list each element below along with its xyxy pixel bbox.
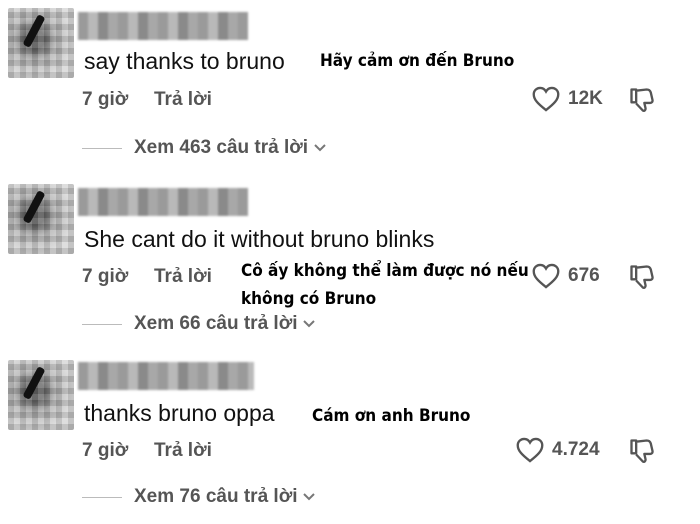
comment-time: 7 giờ [82,440,129,461]
like-count: 12K [568,88,603,109]
view-replies-button[interactable]: Xem 66 câu trả lời [82,313,317,335]
comment-translation-line-2: không có Bruno [241,289,377,309]
chevron-down-icon [303,320,316,328]
divider-line [82,147,122,149]
like-button[interactable]: 676 [532,263,600,289]
like-count: 676 [568,265,600,286]
avatar[interactable] [8,184,74,254]
view-replies-label: Xem 76 câu trả lời [134,486,298,507]
comment-text: thanks bruno oppa [84,400,275,426]
divider-line [82,323,122,325]
reply-button[interactable]: Trả lời [154,440,212,462]
comment-translation-line-1: Cô ấy không thể làm được nó nếu [241,261,529,281]
comment-text: She cant do it without bruno blinks [84,226,435,252]
view-replies-button[interactable]: Xem 76 câu trả lời [82,486,317,508]
dislike-button[interactable] [628,263,656,296]
heart-outline-icon [532,263,560,289]
chevron-down-icon [314,144,326,152]
thumbs-down-icon [630,439,654,463]
reply-button[interactable]: Trả lời [154,266,212,288]
thumbs-down-icon [630,265,654,289]
username-blurred[interactable] [78,12,248,40]
heart-outline-icon [516,437,544,463]
like-button[interactable]: 12K [532,86,603,112]
comment-text: say thanks to bruno [84,48,285,74]
like-button[interactable]: 4.724 [516,437,600,463]
reply-button[interactable]: Trả lời [154,89,212,111]
divider-line [82,496,122,498]
like-count: 4.724 [552,439,600,460]
avatar[interactable] [8,8,74,78]
comment-translation: Cám ơn anh Bruno [312,406,471,426]
heart-outline-icon [532,86,560,112]
avatar[interactable] [8,360,74,430]
dislike-button[interactable] [628,86,656,119]
dislike-button[interactable] [628,437,656,470]
comment-time: 7 giờ [82,89,129,110]
view-replies-label: Xem 463 câu trả lời [134,137,309,158]
username-blurred[interactable] [78,362,254,390]
chevron-down-icon [303,493,316,501]
username-blurred[interactable] [78,188,248,216]
view-replies-label: Xem 66 câu trả lời [134,313,298,334]
view-replies-button[interactable]: Xem 463 câu trả lời [82,137,328,159]
comment-translation: Hãy cảm ơn đến Bruno [320,51,515,71]
thumbs-down-icon [630,88,654,112]
comment-time: 7 giờ [82,266,129,287]
